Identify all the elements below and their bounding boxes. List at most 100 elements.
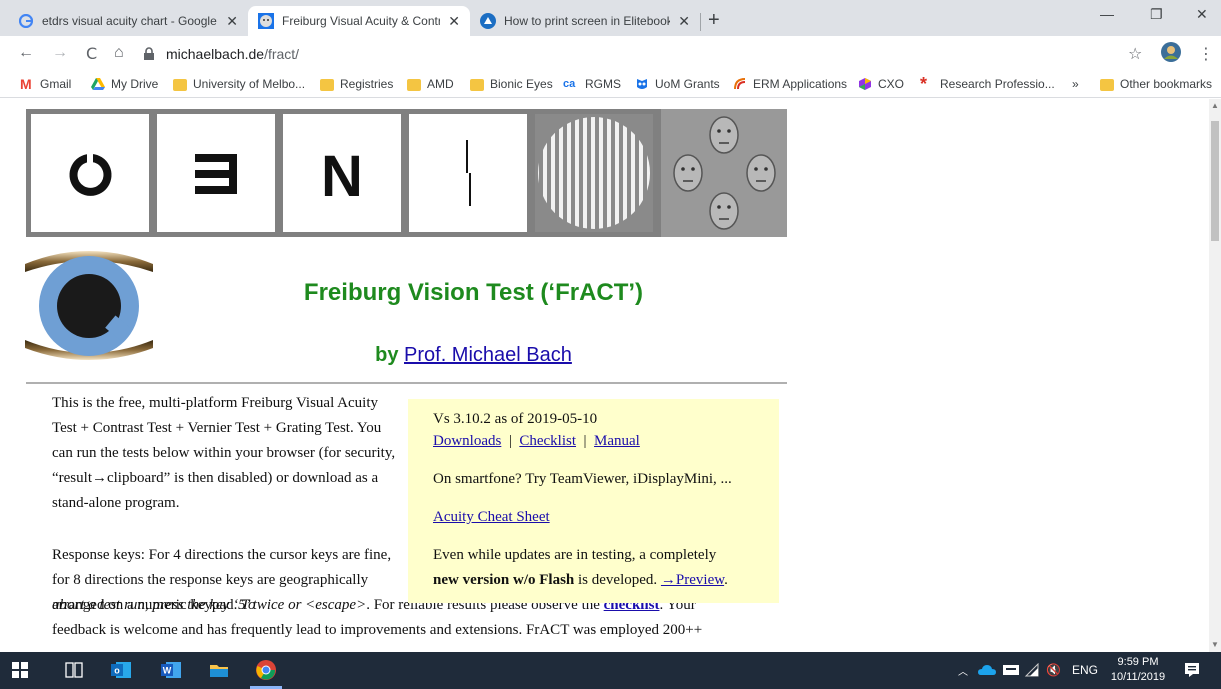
landolt-c-optotype xyxy=(31,114,149,232)
owl-icon xyxy=(637,79,647,89)
windows-taskbar: o W ︿ 🔇 ENG 9:59 PM 10/11/2019 xyxy=(0,652,1221,689)
onedrive-icon[interactable] xyxy=(978,664,996,676)
bookmarks-bar: M Gmail My Drive University of Melbo... … xyxy=(0,72,1221,98)
preview-link[interactable]: →Preview xyxy=(661,572,724,588)
scroll-down-icon[interactable]: ▼ xyxy=(1211,640,1219,649)
tab-google[interactable]: etdrs visual acuity chart - Google ✕ xyxy=(8,6,248,36)
bookmark-label: Bionic Eyes xyxy=(490,77,553,91)
new-tab-button[interactable]: + xyxy=(708,9,720,32)
url-path: /fract/ xyxy=(264,46,300,62)
outlook-icon[interactable]: o xyxy=(110,659,132,681)
intro-paragraph: This is the free, multi-platform Freibur… xyxy=(52,395,396,511)
bookmarks-overflow-button[interactable]: » xyxy=(1072,77,1079,91)
bookmark-cxo[interactable]: CXO xyxy=(858,77,904,91)
page-title: Freiburg Vision Test (‘FrACT’) xyxy=(303,279,644,306)
tab-title: etdrs visual acuity chart - Google xyxy=(42,14,217,28)
bookmark-label: CXO xyxy=(878,77,905,91)
update-text-line2: is developed. xyxy=(574,572,661,588)
face-icon xyxy=(258,13,274,29)
page-viewport: N Freiburg Vision Test (‘FrACT’) by Prof… xyxy=(0,99,1209,652)
eye-logo-icon xyxy=(25,251,153,360)
horizontal-divider xyxy=(26,382,787,384)
browser-toolbar: ← → C ⌂ michaelbach.de/fract/ ☆ ⋮ xyxy=(0,36,1221,72)
folder-icon xyxy=(320,78,334,91)
clock-time: 9:59 PM xyxy=(1117,656,1159,668)
bookmark-bionic-eyes[interactable]: Bionic Eyes xyxy=(470,77,553,91)
folder-icon xyxy=(407,78,421,91)
gmail-icon: M xyxy=(20,76,32,92)
bookmark-star-icon[interactable]: ☆ xyxy=(1128,44,1142,64)
url-host: michaelbach.de xyxy=(166,46,265,62)
copilot-icon xyxy=(480,13,496,29)
feedback-text: feedback is welcome and has frequently l… xyxy=(52,622,703,638)
author-link[interactable]: Prof. Michael Bach xyxy=(404,344,572,366)
tab-title: How to print screen in Elitebook xyxy=(504,14,671,28)
profile-avatar[interactable] xyxy=(1160,41,1182,68)
page-scrollbar[interactable]: ▲ ▼ xyxy=(1209,99,1221,652)
abort-instructions: abort a test run, press the key ‘5’ twic… xyxy=(52,597,367,613)
close-tab-icon[interactable]: ✕ xyxy=(226,13,238,30)
bookmark-erm[interactable]: ERM Applications xyxy=(733,77,847,91)
letter-n-glyph: N xyxy=(321,144,363,209)
close-tab-icon[interactable]: ✕ xyxy=(448,13,460,30)
bookmark-gmail[interactable]: M Gmail xyxy=(20,77,71,91)
task-view-icon[interactable] xyxy=(65,662,83,678)
scroll-up-icon[interactable]: ▲ xyxy=(1211,101,1219,110)
faces-optotype xyxy=(661,109,787,237)
volume-muted-icon[interactable]: 🔇 xyxy=(1046,663,1061,677)
keyboard-icon[interactable] xyxy=(1003,664,1019,676)
close-tab-icon[interactable]: ✕ xyxy=(678,13,690,30)
close-window-button[interactable]: ✕ xyxy=(1196,6,1208,23)
wifi-icon[interactable] xyxy=(1024,663,1040,677)
system-clock[interactable]: 9:59 PM 10/11/2019 xyxy=(1108,655,1168,685)
drive-icon xyxy=(91,78,105,90)
file-explorer-icon[interactable] xyxy=(208,659,230,681)
svg-text:W: W xyxy=(163,666,172,676)
menu-button[interactable]: ⋮ xyxy=(1198,44,1214,64)
byline: by Prof. Michael Bach xyxy=(160,344,787,367)
scrollbar-thumb[interactable] xyxy=(1211,121,1219,241)
bookmark-uom-grants[interactable]: UoM Grants xyxy=(635,77,720,91)
forward-button[interactable]: → xyxy=(52,44,68,62)
link-separator: | xyxy=(508,433,512,449)
chrome-icon[interactable] xyxy=(255,659,277,681)
bookmark-label: ERM Applications xyxy=(753,77,848,91)
bookmark-label: Gmail xyxy=(40,77,72,91)
restore-button[interactable]: ❐ xyxy=(1150,6,1163,23)
home-button[interactable]: ⌂ xyxy=(114,44,124,62)
tab-freiburg[interactable]: Freiburg Visual Acuity & Contrast ✕ xyxy=(248,6,470,36)
bookmark-other[interactable]: Other bookmarks xyxy=(1100,77,1212,91)
notifications-icon[interactable] xyxy=(1184,662,1200,678)
smartphone-text: On smartfone? Try TeamViewer, iDisplayMi… xyxy=(433,471,732,487)
bookmark-amd[interactable]: AMD xyxy=(407,77,454,91)
tab-elitebook[interactable]: How to print screen in Elitebook ✕ xyxy=(470,6,700,36)
bookmark-rgms[interactable]: ca RGMS xyxy=(563,77,621,91)
cheat-sheet-link[interactable]: Acuity Cheat Sheet xyxy=(433,509,550,525)
manual-link[interactable]: Manual xyxy=(594,433,640,449)
back-button[interactable]: ← xyxy=(18,44,34,62)
update-text: Even while updates are in testing, a com… xyxy=(433,543,783,593)
checklist-box-link[interactable]: Checklist xyxy=(519,433,576,449)
downloads-link[interactable]: Downloads xyxy=(433,433,501,449)
period: . xyxy=(724,572,728,588)
bookmark-label: My Drive xyxy=(111,77,159,91)
bookmark-registries[interactable]: Registries xyxy=(320,77,393,91)
bookmark-research[interactable]: * Research Professio... xyxy=(920,75,1055,93)
minimize-button[interactable]: — xyxy=(1100,6,1114,22)
tray-chevron-icon[interactable]: ︿ xyxy=(958,663,968,678)
bookmark-label: AMD xyxy=(427,77,454,91)
bookmark-label: UoM Grants xyxy=(655,77,720,91)
lock-icon xyxy=(144,47,154,60)
address-bar[interactable]: michaelbach.de/fract/ xyxy=(142,40,1192,68)
windows-start-icon[interactable] xyxy=(12,662,28,678)
bookmark-university[interactable]: University of Melbo... xyxy=(173,77,305,91)
new-version-text: new version w/o Flash xyxy=(433,572,575,588)
erm-icon xyxy=(734,78,746,90)
language-indicator[interactable]: ENG xyxy=(1072,663,1098,677)
word-icon[interactable]: W xyxy=(160,659,182,681)
bookmark-my-drive[interactable]: My Drive xyxy=(91,77,158,91)
letter-n-optotype: N xyxy=(283,114,401,232)
overflow-icon: » xyxy=(1072,77,1079,91)
reload-button[interactable]: C xyxy=(86,44,97,63)
folder-icon xyxy=(1100,78,1114,91)
